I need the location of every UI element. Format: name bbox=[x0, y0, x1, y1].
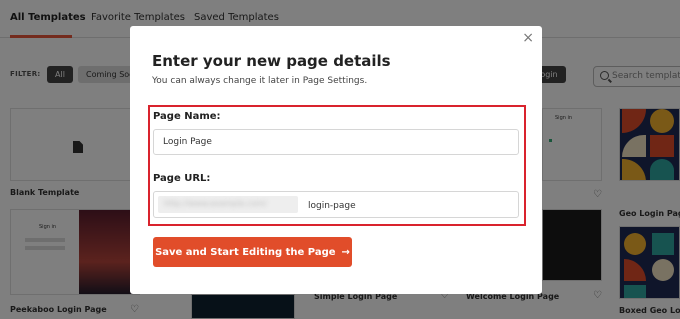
dialog-subtitle: You can always change it later in Page S… bbox=[152, 76, 368, 86]
save-and-edit-button[interactable]: Save and Start Editing the Page → bbox=[153, 237, 352, 267]
url-prefix-text: http://www.example.com/ bbox=[164, 199, 267, 208]
dialog-title: Enter your new page details bbox=[152, 52, 391, 70]
page-name-label: Page Name: bbox=[153, 111, 221, 122]
page-url-slug-input[interactable] bbox=[308, 197, 488, 214]
save-and-edit-label: Save and Start Editing the Page bbox=[155, 246, 336, 258]
new-page-dialog: × Enter your new page details You can al… bbox=[130, 26, 542, 294]
url-prefix: http://www.example.com/ bbox=[158, 196, 298, 213]
arrow-right-icon: → bbox=[341, 246, 350, 258]
page-url-field[interactable]: http://www.example.com/ bbox=[153, 191, 519, 218]
page-url-label: Page URL: bbox=[153, 173, 211, 184]
close-icon[interactable]: × bbox=[522, 31, 534, 45]
page-name-input[interactable] bbox=[153, 129, 519, 155]
